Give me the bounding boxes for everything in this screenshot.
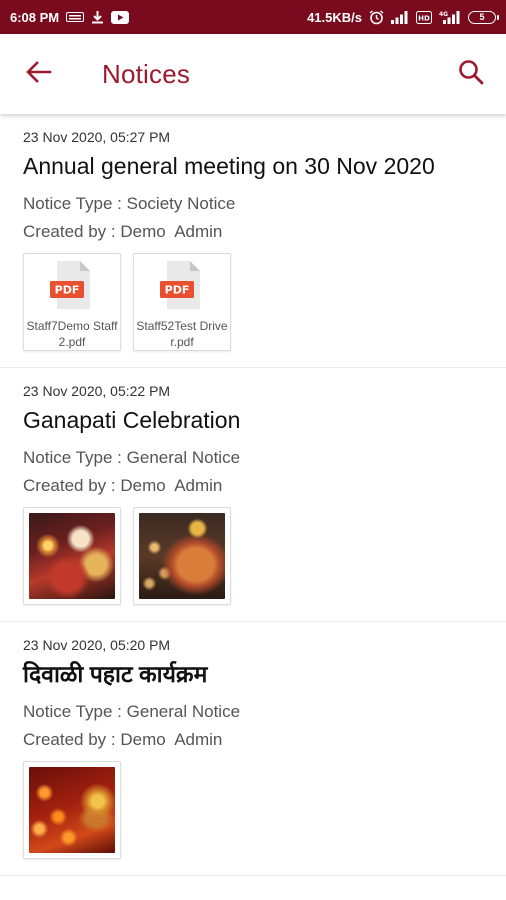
back-button[interactable] — [0, 34, 78, 114]
notice-created-by: Created by : Demo Admin — [23, 472, 484, 500]
notice-type-label: Notice Type : — [23, 194, 122, 213]
volte-icon: HD — [416, 10, 432, 24]
search-icon — [458, 59, 484, 90]
status-bar-left: 6:08 PM — [10, 9, 130, 25]
sim-card-icon — [66, 12, 85, 22]
notice-title: Ganapati Celebration — [23, 407, 241, 433]
image-attachment[interactable] — [23, 507, 121, 605]
notice-title: Annual general meeting on 30 Nov 2020 — [23, 153, 435, 179]
notice-type-label: Notice Type : — [23, 448, 122, 467]
notice-created-by: Created by : Demo Admin — [23, 218, 484, 246]
notice-type: Notice Type : General Notice — [23, 444, 484, 472]
youtube-icon — [111, 10, 130, 24]
notice-created-by: Created by : Demo Admin — [23, 726, 484, 754]
notice-title: दिवाळी पहाट कार्यक्रम — [23, 661, 208, 687]
notice-card[interactable]: 23 Nov 2020, 05:22 PM Ganapati Celebrati… — [0, 368, 506, 622]
notice-type-value: General Notice — [126, 702, 241, 721]
svg-text:4G: 4G — [439, 11, 448, 18]
status-bar-right: 41.5KB/s HD 4G 5 — [307, 9, 499, 25]
pdf-badge: PDF — [165, 284, 190, 297]
app-bar: Notices — [0, 34, 506, 114]
page-title: Notices — [102, 58, 191, 89]
search-button[interactable] — [436, 34, 506, 114]
notice-type-value: General Notice — [126, 448, 241, 467]
4g-signal-icon: 4G — [439, 10, 461, 24]
created-by-value: Demo Admin — [120, 730, 223, 749]
battery-level: 5 — [479, 12, 485, 22]
notice-type: Notice Type : Society Notice — [23, 190, 484, 218]
pdf-attachment[interactable]: PDF Staff52Test Driver.pdf — [133, 253, 231, 351]
created-by-label: Created by : — [23, 222, 116, 241]
notice-list: 23 Nov 2020, 05:27 PM Annual general mee… — [0, 114, 506, 876]
notice-date: 23 Nov 2020, 05:27 PM — [23, 129, 171, 145]
status-time: 6:08 PM — [10, 9, 60, 25]
image-attachment[interactable] — [133, 507, 231, 605]
pdf-file-icon: PDF — [158, 260, 206, 315]
arrow-left-icon — [26, 60, 52, 88]
image-thumbnail — [29, 513, 115, 599]
created-by-value: Demo Admin — [120, 222, 223, 241]
status-bar: 6:08 PM 41.5KB/s HD 4G 5 — [0, 0, 506, 34]
notice-date: 23 Nov 2020, 05:22 PM — [23, 383, 171, 399]
pdf-badge: PDF — [55, 284, 80, 297]
download-icon — [91, 10, 104, 24]
alarm-icon — [369, 9, 384, 25]
created-by-label: Created by : — [23, 730, 116, 749]
attachment-name: Staff7Demo Staff 2.pdf — [26, 319, 118, 349]
created-by-label: Created by : — [23, 476, 116, 495]
created-by-value: Demo Admin — [120, 476, 223, 495]
pdf-attachment[interactable]: PDF Staff7Demo Staff 2.pdf — [23, 253, 121, 351]
notice-card[interactable]: 23 Nov 2020, 05:27 PM Annual general mee… — [0, 114, 506, 368]
image-attachment[interactable] — [23, 761, 121, 859]
attachment-name: Staff52Test Driver.pdf — [136, 319, 228, 349]
pdf-file-icon: PDF — [48, 260, 96, 315]
notice-type: Notice Type : General Notice — [23, 698, 484, 726]
notice-type-label: Notice Type : — [23, 702, 122, 721]
attachment-list — [23, 507, 484, 621]
image-thumbnail — [29, 767, 115, 853]
battery-icon: 5 — [468, 10, 499, 24]
signal-icon — [391, 10, 409, 24]
svg-text:HD: HD — [418, 14, 430, 22]
image-thumbnail — [139, 513, 225, 599]
notice-card[interactable]: 23 Nov 2020, 05:20 PM दिवाळी पहाट कार्यक… — [0, 622, 506, 876]
attachment-list: PDF Staff7Demo Staff 2.pdf PDF Staff52Te… — [23, 253, 484, 367]
notice-type-value: Society Notice — [126, 194, 236, 213]
notice-date: 23 Nov 2020, 05:20 PM — [23, 637, 171, 653]
attachment-list — [23, 761, 484, 875]
network-speed: 41.5KB/s — [307, 9, 362, 25]
